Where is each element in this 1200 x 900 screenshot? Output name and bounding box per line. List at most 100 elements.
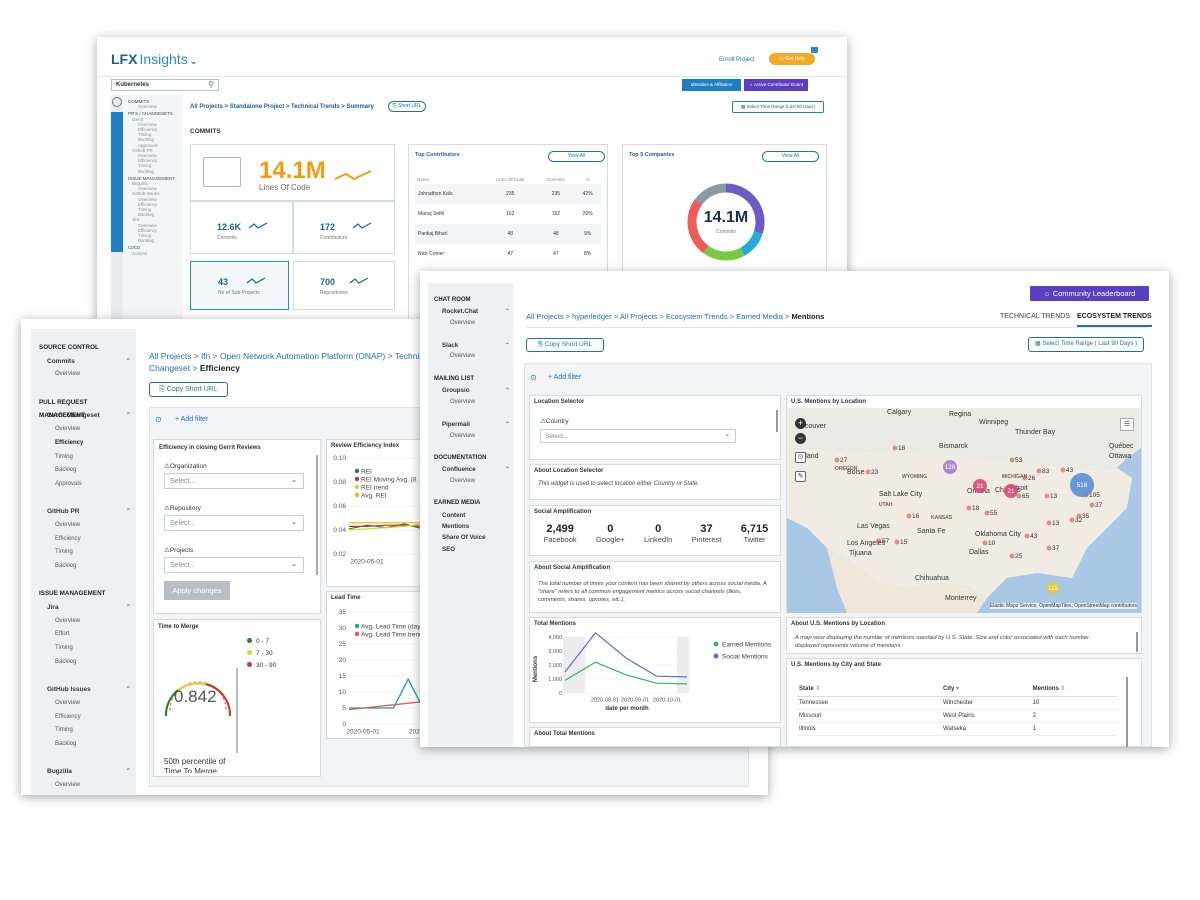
column-header[interactable]: State ⇕ — [797, 681, 941, 697]
sidebar-item[interactable] — [450, 363, 510, 374]
sidebar-item[interactable]: Overview — [450, 476, 510, 487]
map-marker[interactable] — [1069, 517, 1075, 523]
chevron-up-icon[interactable]: ⌃ — [126, 505, 131, 519]
sidebar-item[interactable]: Overview — [55, 779, 131, 793]
breadcrumb-onap[interactable]: Open Network Automation Platform (ONAP) — [220, 351, 385, 361]
table-row[interactable]: Manoj Sethi 162 162 29% — [415, 204, 601, 224]
scrollbar[interactable] — [316, 455, 318, 575]
sidebar-item[interactable]: Overview — [55, 697, 131, 711]
sidebar-item[interactable]: Jenkins — [132, 251, 182, 256]
commits-icon[interactable] — [112, 97, 122, 107]
sidebar-item[interactable]: GitHub Issues ⌃ — [47, 683, 131, 697]
country-select[interactable]: Select... ⌄ — [540, 429, 736, 443]
sidebar-item[interactable] — [55, 492, 131, 506]
sort-icon[interactable]: ⇕ — [1059, 686, 1066, 692]
map-marker[interactable] — [1089, 502, 1095, 508]
sort-down-icon[interactable]: ▾ — [954, 686, 959, 692]
legend-item[interactable]: 0 - 7 — [247, 636, 276, 648]
breadcrumb-ecosystem[interactable]: Ecosystem Trends — [666, 312, 728, 321]
breadcrumb-all-projects[interactable]: All Projects — [526, 312, 564, 321]
sidebar-item[interactable]: Timing — [55, 546, 131, 560]
sidebar-item[interactable]: Groupsio ⌃ — [442, 385, 510, 396]
sidebar-item[interactable]: Bugzilla ⌃ — [47, 765, 131, 779]
map-marker[interactable] — [1060, 467, 1066, 473]
sidebar-item[interactable]: Overview — [138, 104, 182, 109]
map-marker[interactable] — [1046, 545, 1052, 551]
repository-select[interactable]: Select... ⌄ — [164, 515, 304, 531]
projects-select[interactable]: Select... ⌄ — [164, 557, 304, 573]
sidebar-item[interactable]: Share Of Voice — [442, 532, 510, 543]
map-marker[interactable] — [1044, 493, 1050, 499]
zoom-out-button[interactable]: − — [795, 433, 806, 444]
table-row[interactable]: Nick Comer 47 47 8% — [415, 244, 601, 264]
sidebar-item[interactable]: GitHub PR ⌃ — [47, 505, 131, 519]
scrollbar[interactable] — [1136, 632, 1138, 652]
map-marker[interactable] — [1009, 457, 1015, 463]
legend-label[interactable]: Avg. REI — [361, 493, 387, 500]
donut-slice[interactable] — [694, 183, 727, 205]
add-filter-button[interactable]: + Add filter — [175, 416, 208, 423]
column-header[interactable]: Lines Of Code — [483, 175, 538, 184]
sidebar-item[interactable]: SEO — [442, 544, 510, 555]
legend-label[interactable]: Earned Mentions — [722, 642, 772, 649]
map-marker[interactable] — [1016, 493, 1022, 499]
column-header[interactable]: Name — [415, 175, 483, 184]
filter-icon[interactable]: ⊙ — [155, 415, 162, 424]
sidebar-item[interactable] — [55, 574, 131, 588]
chevron-up-icon[interactable]: ⌃ — [126, 601, 131, 615]
column-header[interactable]: City ▾ — [941, 681, 1031, 697]
sidebar-item[interactable] — [55, 670, 131, 684]
map-marker[interactable] — [982, 540, 988, 546]
legend-label[interactable]: Social Mentions — [722, 654, 769, 661]
series-line[interactable] — [349, 677, 424, 709]
chevron-up-icon[interactable]: ⌃ — [126, 765, 131, 779]
map-marker[interactable] — [984, 510, 990, 516]
sidebar-item[interactable]: Pipermail ⌃ — [442, 419, 510, 430]
time-range-button[interactable]: ▦ Select Time Range (Last 90 Days) — [732, 101, 824, 113]
subprojects-tile[interactable]: 43 No of Sub Projects — [190, 261, 289, 310]
legend-item[interactable]: 30 - 90 — [247, 660, 276, 672]
sidebar-item[interactable] — [55, 382, 131, 396]
view-all-contributors-button[interactable]: View All — [548, 151, 605, 162]
sidebar-item[interactable]: Overview — [55, 368, 131, 382]
sidebar-item[interactable]: Backlog — [55, 464, 131, 478]
sidebar-item[interactable]: Timing — [55, 642, 131, 656]
sidebar-item[interactable] — [450, 408, 510, 419]
map-marker[interactable] — [906, 513, 912, 519]
sidebar-item[interactable] — [450, 329, 510, 340]
time-range-button[interactable]: ▦ Select Time Range ( Last 90 Days ) — [1028, 337, 1144, 352]
add-filter-button[interactable]: + Add filter — [548, 374, 581, 381]
tab-technical-trends[interactable]: TECHNICAL TRENDS — [1000, 313, 1070, 320]
breadcrumb-earned-media[interactable]: Earned Media — [736, 312, 783, 321]
column-header[interactable]: % — [574, 175, 601, 184]
scrollbar[interactable] — [1126, 677, 1128, 747]
sidebar-item[interactable]: Efficiency — [55, 711, 131, 725]
legend-toggle-icon[interactable]: ☰ — [1120, 418, 1134, 431]
get-help-button[interactable]: ⓘ Get Help — [769, 53, 815, 65]
sidebar-item[interactable]: Backlog — [138, 238, 182, 243]
donut-slice[interactable] — [739, 230, 763, 256]
sidebar-item[interactable]: Timing — [55, 451, 131, 465]
sidebar-item[interactable]: Overview — [55, 615, 131, 629]
sidebar-item[interactable]: Commits ⌃ — [47, 355, 131, 369]
table-row[interactable]: Missouri West Plains 2 — [797, 709, 1117, 723]
sidebar-item[interactable]: Confluence ⌃ — [442, 464, 510, 475]
map-marker[interactable] — [892, 445, 898, 451]
chevron-up-icon[interactable]: ⌃ — [505, 340, 510, 351]
sidebar-item[interactable]: Jira ⌃ — [47, 601, 131, 615]
chevron-up-icon[interactable]: ⌃ — [505, 464, 510, 475]
table-row[interactable]: Johnathon Kals 235 235 42% — [415, 184, 601, 204]
rail-active-block[interactable] — [111, 112, 123, 252]
sidebar-item[interactable]: Backlog — [138, 169, 182, 174]
column-header[interactable]: Commits — [538, 175, 574, 184]
draw-shape-icon[interactable]: ✎ — [795, 471, 806, 482]
sidebar-item[interactable]: Backlog — [55, 793, 131, 795]
sidebar-item[interactable]: Approvals — [55, 478, 131, 492]
sidebar-item[interactable]: Timing — [55, 724, 131, 738]
table-row[interactable]: Pankaj Bihari 48 48 9% — [415, 224, 601, 244]
map-marker[interactable] — [966, 505, 972, 511]
breadcrumb-all-projects-2[interactable]: All Projects — [620, 312, 658, 321]
sidebar-item[interactable]: Effort — [55, 628, 131, 642]
community-leaderboard-button[interactable]: ☼ Community Leaderboard — [1030, 286, 1149, 301]
chevron-up-icon[interactable]: ⌃ — [126, 409, 131, 423]
